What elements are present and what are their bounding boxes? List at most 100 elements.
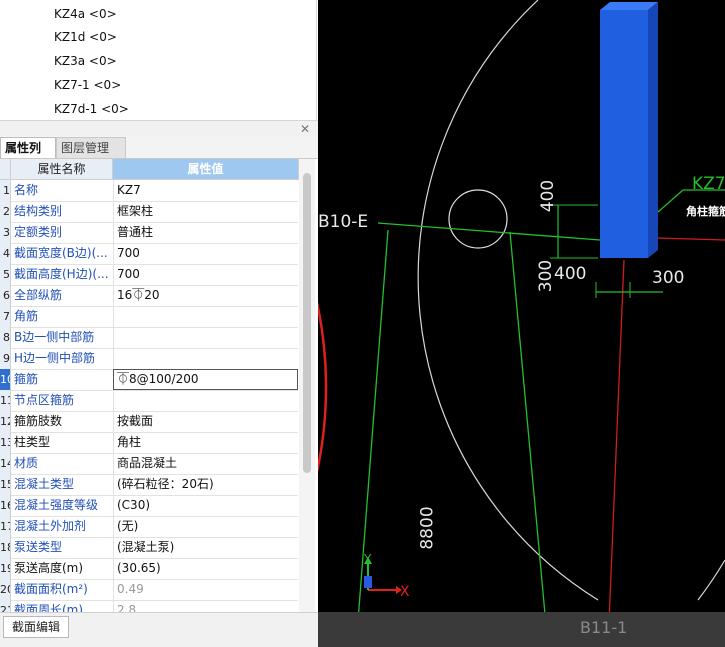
- property-row[interactable]: 19泵送高度(m) (30.65): [0, 558, 298, 580]
- property-value[interactable]: 框架柱: [113, 201, 298, 222]
- property-value[interactable]: (30.65): [113, 558, 298, 579]
- property-row[interactable]: 18泵送类型 (混凝土泵): [0, 537, 298, 559]
- grid-scrollbar[interactable]: [299, 159, 315, 614]
- tab-property-list[interactable]: 属性列表: [0, 137, 56, 175]
- property-value[interactable]: (混凝土泵): [113, 537, 298, 558]
- row-number: 4: [0, 243, 11, 264]
- property-name: 柱类型: [14, 435, 51, 449]
- property-value[interactable]: 商品混凝土: [113, 453, 298, 474]
- axis-bubble: [448, 189, 508, 249]
- row-number: 12: [0, 411, 11, 432]
- tree-item-kz3a[interactable]: KZ3a <0>: [54, 52, 117, 70]
- axis-line-vertical-mid: [509, 231, 549, 647]
- row-number: 10: [0, 369, 11, 390]
- property-name: 箍筋肢数: [14, 414, 63, 428]
- property-value[interactable]: 按截面: [113, 411, 298, 432]
- property-value[interactable]: 700: [113, 264, 298, 285]
- property-name: 混凝土外加剂: [14, 519, 87, 533]
- row-number: 3: [0, 222, 11, 243]
- red-axis-horizontal: [657, 237, 725, 241]
- dim-label-400-horizontal: 400: [554, 264, 587, 284]
- property-value[interactable]: (无): [113, 516, 298, 537]
- property-row[interactable]: 11节点区箍筋: [0, 390, 298, 412]
- property-name: H边一侧中部筋: [14, 351, 96, 365]
- row-number: 19: [0, 558, 11, 579]
- row-number: 17: [0, 516, 11, 537]
- property-row[interactable]: 2 结构类别 框架柱: [0, 201, 298, 223]
- property-row[interactable]: 13柱类型 角柱: [0, 432, 298, 454]
- row-number: 18: [0, 537, 11, 558]
- grid-header: 属性名称 属性值: [0, 159, 299, 180]
- column-top: [600, 2, 658, 10]
- property-row[interactable]: 8 B边一侧中部筋: [0, 327, 298, 349]
- column-body: [600, 10, 648, 258]
- scrollbar-thumb[interactable]: [303, 173, 311, 473]
- tree-item-kz1d[interactable]: KZ1d <0>: [54, 28, 117, 46]
- property-value[interactable]: 0.49: [113, 579, 298, 600]
- property-row[interactable]: 10箍筋 ⏁8@100/200: [0, 369, 298, 391]
- property-name: 混凝土强度等级: [14, 498, 99, 512]
- panel-splitter[interactable]: ✕: [0, 120, 318, 137]
- property-value[interactable]: ⏁8@100/200: [113, 369, 298, 390]
- canvas-statusbar: [318, 612, 725, 647]
- tree-item-kz7-1[interactable]: KZ7-1 <0>: [54, 76, 121, 94]
- property-row[interactable]: 12箍筋肢数 按截面: [0, 411, 298, 433]
- left-panel: KZ4a <0> KZ1d <0> KZ3a <0> KZ7-1 <0> KZ7…: [0, 0, 318, 647]
- property-value[interactable]: 16⏁20: [113, 285, 298, 306]
- property-row[interactable]: 17混凝土外加剂 (无): [0, 516, 298, 538]
- property-name: 材质: [14, 456, 39, 470]
- column-label-kz7: KZ7: [692, 174, 725, 194]
- red-axis-vertical: [607, 259, 625, 647]
- row-number: 5: [0, 264, 11, 285]
- property-row[interactable]: 7 角筋: [0, 306, 298, 328]
- property-name: 节点区箍筋: [14, 393, 75, 407]
- property-value[interactable]: [113, 390, 298, 411]
- dim-label-8800: 8800: [417, 506, 438, 550]
- ucs-x-label: X: [400, 584, 410, 600]
- row-number: 13: [0, 432, 11, 453]
- tab-layer-manage[interactable]: 图层管理: [56, 137, 126, 159]
- property-value[interactable]: [113, 327, 298, 348]
- property-value[interactable]: (碎石粒径：20石): [113, 474, 298, 495]
- tree-item-kz7d-1[interactable]: KZ7d-1 <0>: [54, 100, 129, 118]
- property-row[interactable]: 15混凝土类型 (碎石粒径：20石): [0, 474, 298, 496]
- property-value[interactable]: [113, 348, 298, 369]
- property-value[interactable]: [113, 306, 298, 327]
- property-value[interactable]: 普通柱: [113, 222, 298, 243]
- header-value: 属性值: [113, 159, 299, 180]
- property-row[interactable]: 9 H边一侧中部筋: [0, 348, 298, 370]
- property-name: 截面面积(m²): [14, 582, 88, 596]
- row-number: 15: [0, 474, 11, 495]
- property-row[interactable]: 3 定额类别 普通柱: [0, 222, 298, 244]
- property-value[interactable]: KZ7: [113, 180, 298, 201]
- property-row[interactable]: 5 截面高度(H边)(... 700: [0, 264, 298, 286]
- property-name: 混凝土类型: [14, 477, 75, 491]
- section-edit-button[interactable]: 截面编辑: [3, 616, 70, 638]
- axis-label-b10e: B10-E: [318, 212, 369, 232]
- ucs-origin: [364, 576, 372, 588]
- property-value[interactable]: (C30): [113, 495, 298, 516]
- tree-item-kz4a[interactable]: KZ4a <0>: [54, 5, 117, 23]
- kz-leader: [657, 189, 684, 213]
- property-value[interactable]: 角柱: [113, 432, 298, 453]
- row-number: 7: [0, 306, 11, 327]
- header-number: [0, 159, 11, 180]
- header-name: 属性名称: [11, 159, 113, 180]
- large-arc-right: [697, 559, 725, 601]
- property-row[interactable]: 20截面面积(m²) 0.49: [0, 579, 298, 601]
- property-row[interactable]: 4 截面宽度(B边)(... 700: [0, 243, 298, 265]
- property-row[interactable]: 6 全部纵筋 16⏁20: [0, 285, 298, 307]
- property-name: 箍筋: [14, 372, 39, 386]
- property-row[interactable]: 14材质 商品混凝土: [0, 453, 298, 475]
- row-number: 2: [0, 201, 11, 222]
- property-name: 泵送类型: [14, 540, 63, 554]
- ucs-y-label: Y: [364, 552, 372, 566]
- row-number: 20: [0, 579, 11, 600]
- property-row[interactable]: 1 名称 KZ7: [0, 180, 298, 202]
- property-name: 定额类别: [14, 225, 63, 239]
- drawing-canvas[interactable]: B10-E KZ7 角柱箍筋全 400 300 400 300 8800 X Y…: [318, 0, 725, 647]
- property-value[interactable]: 700: [113, 243, 298, 264]
- property-row[interactable]: 16混凝土强度等级 (C30): [0, 495, 298, 517]
- property-name: 名称: [14, 183, 39, 197]
- close-icon[interactable]: ✕: [300, 122, 310, 136]
